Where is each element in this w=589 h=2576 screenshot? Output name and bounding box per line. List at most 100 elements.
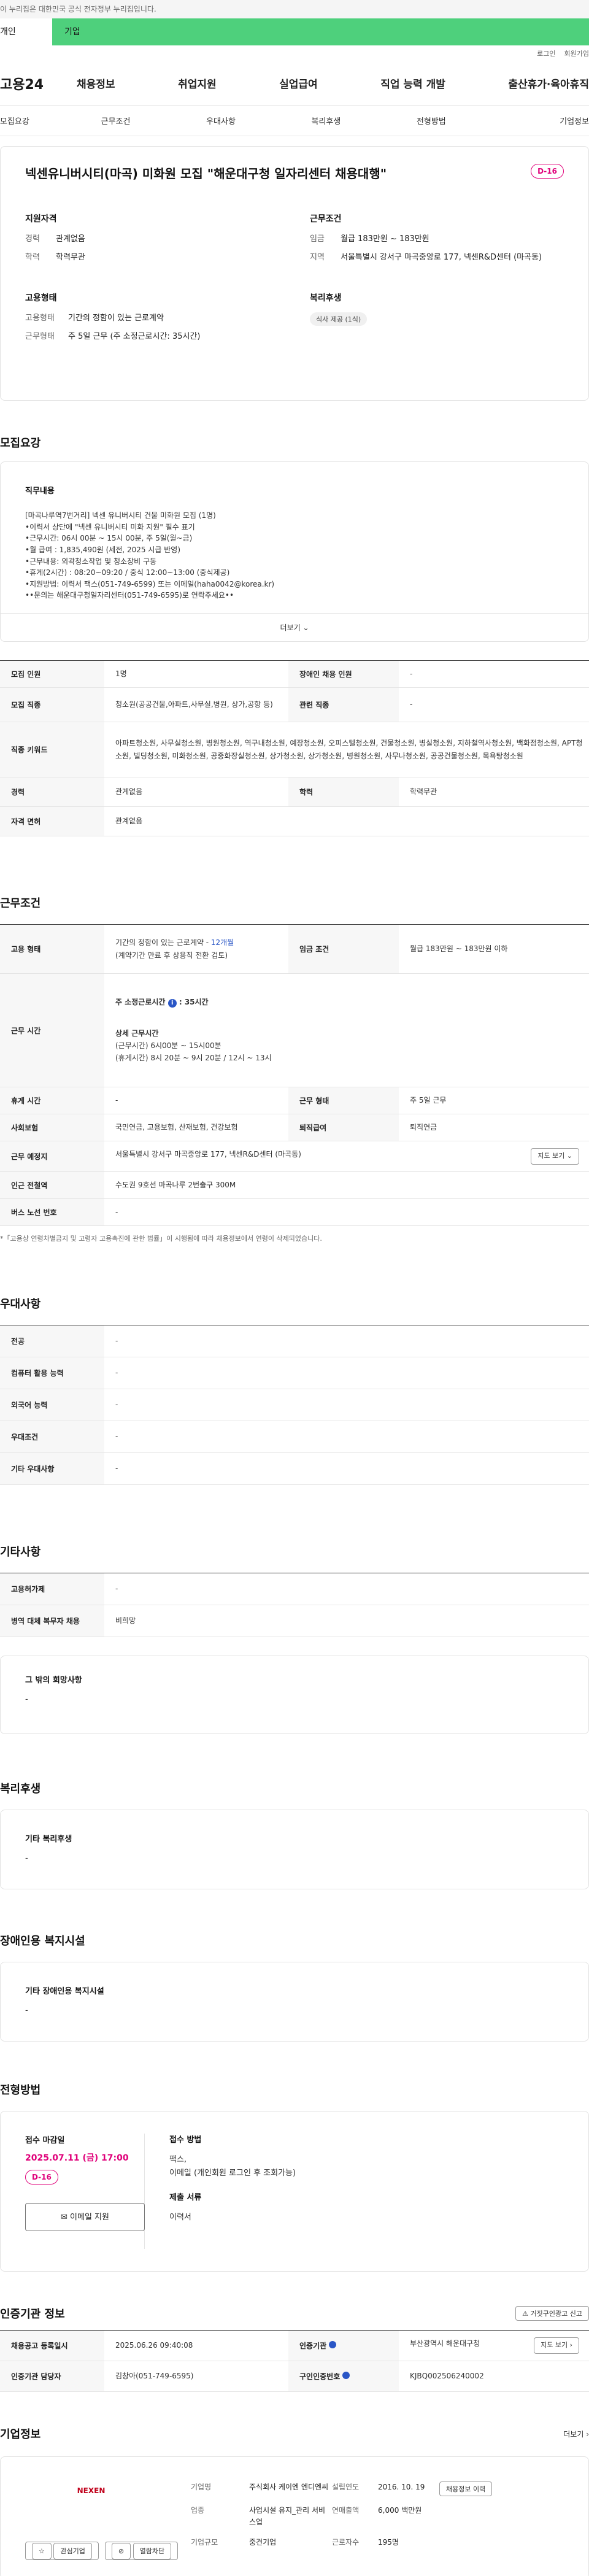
label: 지역 [310, 252, 325, 262]
recruit-table: 모집 인원 1명 장애인 채용 인원 - 모집 직종 청소원(공공건물,아파트,사무실… [0, 660, 589, 836]
org-label: 인증기관 [299, 2342, 327, 2350]
td: - [104, 1421, 589, 1453]
th: 전공 [0, 1325, 104, 1357]
label: 설립연도 [332, 2483, 360, 2491]
nav-jobs[interactable]: 채용정보 [77, 75, 115, 91]
chevron-down-icon: ⌄ [566, 1152, 572, 1160]
disabled-box: 기타 장애인용 복지시설 - [0, 1962, 589, 2042]
label: 기업규모 [191, 2538, 218, 2547]
section-nav-company[interactable]: 기업정보 [484, 115, 589, 126]
hours-main: 주 소정근로시간 [115, 998, 166, 1007]
tab-company[interactable]: 기업 [52, 18, 114, 45]
summary-welfare: 복리후생 식사 제공 (1식) [310, 291, 570, 349]
util-links: 로그인 회원가입 [0, 45, 589, 61]
td: - [104, 1573, 589, 1605]
etc-other-box: 그 밖의 희망사항 - [0, 1656, 589, 1734]
nav-employment-support[interactable]: 취업지원 [178, 75, 217, 91]
th: 퇴직급여 [288, 1114, 399, 1141]
value: 중견기업 [249, 2538, 277, 2547]
th: 인증기관 담당자 [0, 2361, 104, 2392]
nav-parental-leave[interactable]: 출산휴가·육아휴직 [508, 75, 589, 91]
hours-detail: (휴게시간) 8시 20분 ~ 9시 20분 / 12시 ~ 13시 [115, 1054, 272, 1063]
company-more-link[interactable]: 더보기 › [563, 2429, 589, 2439]
th: 인근 전철역 [0, 1171, 104, 1199]
section-title-recruit: 모집요강 [0, 437, 41, 450]
info-icon[interactable] [329, 2341, 337, 2348]
td: 아파트청소원, 사무실청소원, 병원청소원, 역구내청소원, 예장청소원, 오피… [104, 722, 589, 777]
gov-banner: 이 누리집은 대한민국 공식 전자정부 누리집입니다. [0, 0, 589, 18]
th: 모집 인원 [0, 660, 104, 688]
report-fake-ad-button[interactable]: ⚠ 거짓구인광고 신고 [515, 2306, 589, 2321]
section-nav-welfare[interactable]: 복리후생 [274, 115, 379, 126]
nav-unemployment-benefit[interactable]: 실업급여 [279, 75, 318, 91]
section-title-cert: 인증기관 정보 [0, 2308, 65, 2321]
contract-period: 12개월 [210, 938, 234, 947]
th: 근무 예정지 [0, 1141, 104, 1172]
th: 병역 대체 복무자 채용 [0, 1605, 104, 1637]
label: 경력 [25, 234, 40, 244]
welfare-chip: 식사 제공 (1식) [310, 312, 368, 326]
th: 인증기관 [288, 2330, 399, 2361]
org-value: 부산광역시 해운대구청 [410, 2339, 480, 2348]
desc-line: •근무내용: 외곽청소작업 및 청소장비 구동 [25, 557, 157, 566]
th: 외국어 능력 [0, 1389, 104, 1421]
th: 컴퓨터 활용 능력 [0, 1357, 104, 1389]
desc-more-button[interactable]: 더보기 ⌄ [1, 613, 588, 641]
th: 직종 키워드 [0, 722, 104, 777]
summary-emp-heading: 고용형태 [25, 293, 57, 303]
company-box: NEXEN ☆ 관심기업 ⊘ 열람차단 기업명 주식회사 케이엔 엔디엔씨 설립… [0, 2456, 589, 2576]
nav-skill-development[interactable]: 직업 능력 개발 [380, 75, 445, 91]
label: 고용형태 [25, 314, 55, 323]
td: 기간의 정함이 있는 근로계약 - 12개월 (계약기간 만료 후 상용직 전환… [104, 924, 288, 974]
login-link[interactable]: 로그인 [537, 48, 555, 58]
method-value: 이메일 (개인회원 로그인 후 조회가능) [169, 2169, 296, 2178]
email-apply-button[interactable]: ✉ 이메일 지원 [25, 2203, 145, 2231]
pref-table: 전공 - 컴퓨터 활용 능력 - 외국어 능력 - 우대조건 - 기타 우대사항 - [0, 1325, 589, 1485]
td: - [104, 1325, 589, 1357]
tab-personal[interactable]: 개인 [0, 18, 52, 45]
label: 근로자수 [332, 2538, 360, 2547]
map-button[interactable]: 지도 보기 ⌄ [531, 1148, 579, 1165]
td: 관계없음 [104, 777, 288, 807]
value: 주 5일 근무 (주 소정근로시간: 35시간) [68, 331, 201, 341]
td: 1명 [104, 660, 288, 688]
th: 구인인증번호 [288, 2361, 399, 2392]
map-label: 지도 보기 [537, 1152, 565, 1160]
desc-heading: 직무내용 [25, 487, 55, 496]
cert-map-button[interactable]: 지도 보기 › [534, 2337, 579, 2354]
th: 근무 형태 [288, 1087, 399, 1114]
info-icon[interactable]: i [167, 999, 177, 1008]
info-icon[interactable] [342, 2372, 350, 2379]
brand-logo[interactable]: 고용24 [0, 74, 77, 93]
desc-line: •휴게(2시간) : 08:20~09:20 / 중식 12:00~13:00 … [25, 568, 230, 577]
th: 장애인 채용 인원 [288, 660, 399, 688]
summary-cond-heading: 근무조건 [310, 214, 342, 224]
cert-table: 채용공고 등록일시 2025.06.26 09:40:08 인증기관 부산광역시 … [0, 2330, 589, 2392]
etc-table: 고용허가제 - 병역 대체 복무자 채용 비희망 [0, 1573, 589, 1637]
signup-link[interactable]: 회원가입 [564, 48, 589, 58]
desc-line: •지원방법: 이력서 팩스(051-749-6599) 또는 이메일(haha0… [25, 579, 275, 588]
favorite-company-button[interactable]: ☆ 관심기업 [25, 2542, 99, 2560]
td: - [399, 660, 589, 688]
section-nav-pref[interactable]: 우대사항 [168, 115, 273, 126]
th: 경력 [0, 777, 104, 807]
desc-line: •이력서 상단에 "넥센 유니버시티 미화 지원" 필수 표기 [25, 522, 195, 531]
job-history-button[interactable]: 채용정보 이력 [439, 2482, 493, 2496]
work-place: 서울특별시 강서구 마곡중앙로 177, 넥센R&D센터 (마곡동) [115, 1150, 301, 1159]
section-nav-work[interactable]: 근무조건 [63, 115, 168, 126]
box-heading: 기타 장애인용 복지시설 [25, 1987, 104, 1996]
label: 근무형태 [25, 331, 55, 341]
company-info-grid: 기업명 주식회사 케이엔 엔디엔씨 설립연도 2016. 10. 19 채용정보… [191, 2475, 513, 2560]
section-title-work: 근무조건 [0, 897, 41, 910]
th: 근무 시간 [0, 973, 104, 1087]
block-view-button[interactable]: ⊘ 열람차단 [104, 2542, 179, 2560]
value: 주식회사 케이엔 엔디엔씨 [249, 2483, 329, 2491]
summary-employment: 고용형태 고용형태 기간의 정함이 있는 근로계약 근무형태 주 5일 근무 (주 … [25, 291, 285, 349]
method-heading: 접수 방법 [169, 2135, 202, 2145]
desc-line: ••문의는 해운대구청일자리센터(051-749-6595)로 연락주세요•• [25, 591, 234, 600]
hours-detail-heading: 상세 근무시간 [115, 1028, 159, 1038]
value: 관계없음 [56, 234, 85, 244]
td: 수도권 9호선 마곡나루 2번출구 300M [104, 1171, 589, 1199]
section-nav-recruit[interactable]: 모집요강 [0, 115, 63, 126]
section-nav-apply[interactable]: 전형방법 [379, 115, 483, 126]
